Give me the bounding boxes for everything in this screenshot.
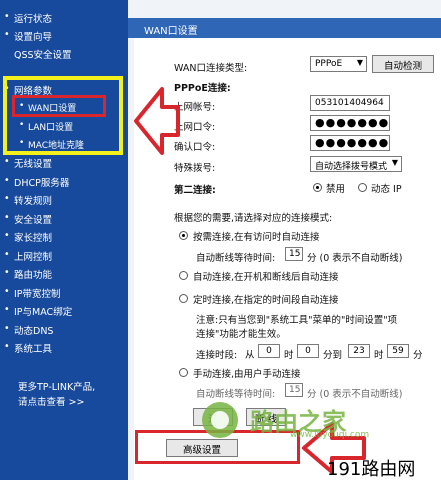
end-hour-input[interactable]: 23	[348, 344, 370, 358]
second-dynamic-label: 动态 IP	[371, 184, 402, 195]
wan-type-select[interactable]: PPPoE ▼	[310, 56, 367, 72]
second-connection-label: 第二连接:	[174, 185, 216, 196]
on-demand-idle-label: 自动断线等待时间:	[196, 253, 276, 264]
more-products-link[interactable]: 更多TP-LINK产品, 请点击查看 >>	[18, 380, 95, 410]
panel-header: WAN口设置	[128, 18, 441, 38]
password-input[interactable]: ●●●●●●●●●●●●●	[310, 115, 390, 131]
sidebar-item-status[interactable]: 运行状态	[4, 11, 52, 25]
hour-unit-2: 时	[374, 350, 384, 361]
mode-scheduled-label: 定时连接,在指定的时间段自动连接	[193, 295, 339, 306]
end-minute-input[interactable]: 59	[387, 344, 409, 358]
more-line-2: 请点击查看 >>	[18, 397, 85, 408]
sidebar-item-wireless[interactable]: 无线设置	[4, 156, 52, 170]
sidebar-item-access-control[interactable]: 上网控制	[4, 249, 52, 263]
account-input[interactable]: 053101404964	[310, 95, 390, 111]
mode-on-demand-radio[interactable]	[179, 231, 188, 240]
highlight-wan-item	[12, 95, 106, 117]
sidebar-item-ddns[interactable]: 动态DNS	[4, 323, 54, 337]
auto-detect-button[interactable]: 自动检测	[372, 55, 434, 73]
special-dial-label: 特殊拨号:	[174, 163, 216, 174]
sidebar-item-system[interactable]: 系统工具	[4, 341, 52, 355]
time-from-label: 从	[245, 350, 255, 361]
manual-idle-input[interactable]: 15	[285, 383, 303, 397]
wan-type-label: WAN口连接类型:	[174, 63, 248, 74]
watermark-url: www.luyouqi.com	[290, 430, 370, 440]
minute-to-label: 分到	[323, 350, 343, 361]
mode-auto-label: 自动连接,在开机和断线后自动连接	[193, 272, 339, 283]
time-range-label: 连接时段:	[196, 350, 238, 361]
second-dynamic-radio[interactable]	[358, 183, 367, 192]
start-hour-input[interactable]: 0	[258, 344, 280, 358]
mode-scheduled-radio[interactable]	[179, 294, 188, 303]
second-disable-radio[interactable]	[313, 183, 322, 192]
mode-on-demand-label: 按需连接,在有访问时自动连接	[193, 232, 320, 243]
hour-unit-1: 时	[284, 350, 294, 361]
sidebar: 运行状态 设置向导 QSS安全设置 网络参数 WAN口设置 LAN口设置 MAC…	[0, 0, 128, 480]
wan-type-value: PPPoE	[315, 59, 343, 69]
pppoe-section-label: PPPoE连接:	[174, 83, 231, 94]
sidebar-item-forwarding[interactable]: 转发规则	[4, 193, 52, 207]
chevron-down-icon: ▼	[356, 58, 363, 67]
sidebar-item-ip-mac[interactable]: IP与MAC绑定	[4, 304, 72, 318]
mode-intro-text: 根据您的需要,请选择对应的连接模式:	[174, 213, 333, 224]
on-demand-idle-unit: 分 (0 表示不自动断线)	[307, 253, 403, 264]
sidebar-item-routing[interactable]: 路由功能	[4, 267, 52, 281]
mode-auto-radio[interactable]	[179, 271, 188, 280]
second-disable-label: 禁用	[326, 184, 346, 195]
special-dial-value: 自动选择拨号模式	[315, 162, 388, 172]
mode-manual-label: 手动连接,由用户手动连接	[193, 369, 301, 380]
confirm-password-input[interactable]: ●●●●●●●●●●●●●	[310, 135, 390, 151]
special-dial-select[interactable]: 自动选择拨号模式 ▼	[310, 156, 402, 172]
start-minute-input[interactable]: 0	[297, 344, 319, 358]
sidebar-item-qss[interactable]: QSS安全设置	[14, 47, 72, 59]
sidebar-item-security[interactable]: 安全设置	[4, 212, 52, 226]
scheduled-note-2: 连接"功能才能生效。	[196, 329, 286, 340]
more-line-1: 更多TP-LINK产品,	[18, 382, 96, 393]
sidebar-item-wizard[interactable]: 设置向导	[4, 29, 52, 43]
sidebar-item-dhcp[interactable]: DHCP服务器	[4, 175, 69, 189]
minute-unit-2: 分	[413, 350, 423, 361]
sidebar-item-bandwidth[interactable]: IP带宽控制	[4, 286, 60, 300]
sidebar-item-parental[interactable]: 家长控制	[4, 230, 52, 244]
panel-title: WAN口设置	[144, 26, 198, 37]
on-demand-idle-input[interactable]: 15	[285, 247, 303, 261]
mode-manual-radio[interactable]	[179, 368, 188, 377]
chevron-down-icon: ▼	[391, 158, 398, 167]
left-arrow-annotation	[134, 87, 180, 155]
scheduled-note-1: 注意:只有当您到"系统工具"菜单的"时间设置"项	[196, 315, 398, 326]
brand-text: 191路由网	[327, 459, 416, 480]
